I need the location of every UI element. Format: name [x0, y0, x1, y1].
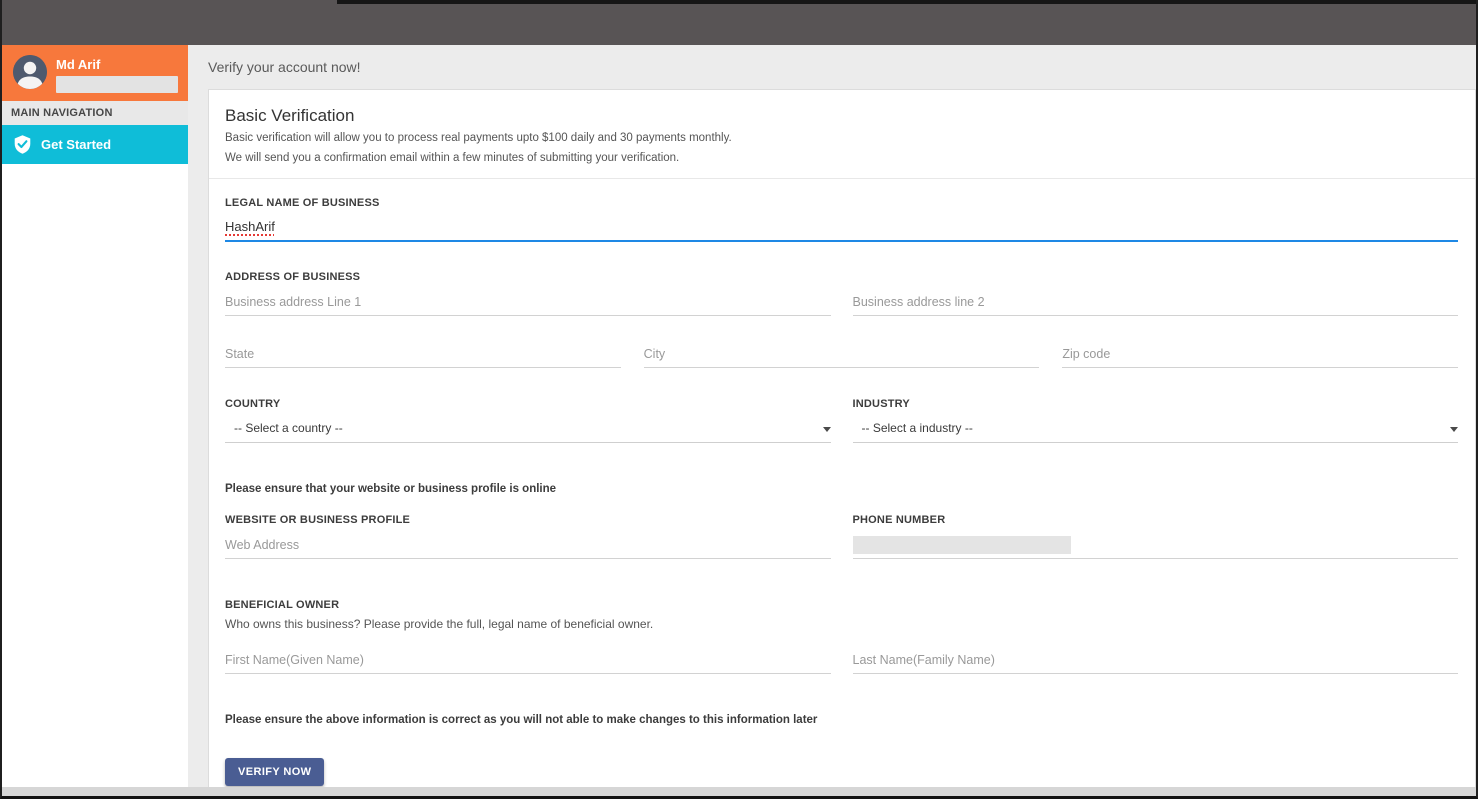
country-selected-value: -- Select a country --: [225, 421, 343, 435]
card-subtitle-1: Basic verification will allow you to pro…: [225, 131, 1459, 146]
verify-banner: Verify your account now!: [188, 45, 1476, 89]
legal-name-value: HashArif: [225, 219, 275, 234]
user-name: Md Arif: [56, 57, 178, 72]
address-line1-field: [225, 285, 831, 316]
chevron-down-icon: [823, 427, 831, 432]
window-titlebar: [2, 0, 1476, 45]
website-label: WEBSITE OR BUSINESS PROFILE: [225, 514, 831, 526]
sidebar-item-label: Get Started: [41, 137, 111, 152]
verification-form: LEGAL NAME OF BUSINESS HashArif ADDRESS …: [209, 197, 1475, 787]
zip-input[interactable]: [1062, 347, 1458, 361]
user-email-redacted: [56, 76, 178, 93]
website-input[interactable]: [225, 538, 831, 552]
content-region: Md Arif MAIN NAVIGATION Get Started Veri…: [2, 45, 1476, 792]
person-icon: [13, 55, 47, 89]
phone-field: [853, 528, 1459, 559]
city-field: [644, 337, 1040, 368]
zip-field: [1062, 337, 1458, 368]
owner-hint: Who owns this business? Please provide t…: [225, 617, 1458, 631]
industry-selected-value: -- Select a industry --: [853, 421, 973, 435]
country-label: COUNTRY: [225, 398, 831, 410]
phone-redacted-overlay: [853, 536, 1071, 554]
verify-now-button[interactable]: VERIFY NOW: [225, 758, 324, 786]
first-name-field: [225, 643, 831, 674]
chevron-down-icon: [1450, 427, 1458, 432]
card-title: Basic Verification: [225, 106, 1459, 126]
online-note: Please ensure that your website or busin…: [225, 483, 1458, 495]
state-field: [225, 337, 621, 368]
main-area: Verify your account now! Basic Verificat…: [188, 45, 1476, 787]
card-header: Basic Verification Basic verification wi…: [209, 90, 1475, 179]
first-name-input[interactable]: [225, 653, 831, 667]
legal-name-label: LEGAL NAME OF BUSINESS: [225, 197, 1458, 209]
shield-check-icon: [14, 135, 31, 154]
industry-label: INDUSTRY: [853, 398, 1459, 410]
user-panel: Md Arif: [2, 45, 188, 101]
owner-label: BENEFICIAL OWNER: [225, 599, 1458, 611]
address-label: ADDRESS OF BUSINESS: [225, 271, 1458, 283]
last-name-input[interactable]: [853, 653, 1459, 667]
verification-card: Basic Verification Basic verification wi…: [208, 89, 1476, 787]
industry-select[interactable]: -- Select a industry --: [853, 412, 1459, 443]
address-line2-input[interactable]: [853, 295, 1459, 309]
app-window: Md Arif MAIN NAVIGATION Get Started Veri…: [0, 0, 1478, 799]
sidebar: Md Arif MAIN NAVIGATION Get Started: [2, 45, 188, 787]
address-line2-field: [853, 285, 1459, 316]
city-input[interactable]: [644, 347, 1040, 361]
state-input[interactable]: [225, 347, 621, 361]
avatar[interactable]: [13, 55, 47, 89]
address-line1-input[interactable]: [225, 295, 831, 309]
final-note: Please ensure the above information is c…: [225, 714, 1458, 726]
website-field: [225, 528, 831, 559]
legal-name-input[interactable]: HashArif: [225, 211, 1458, 242]
sidebar-nav-header: MAIN NAVIGATION: [2, 101, 188, 125]
user-meta: Md Arif: [56, 55, 178, 101]
card-subtitle-2: We will send you a confirmation email wi…: [225, 151, 1459, 166]
sidebar-item-get-started[interactable]: Get Started: [2, 125, 188, 164]
titlebar-seam: [337, 0, 1476, 4]
last-name-field: [853, 643, 1459, 674]
phone-label: PHONE NUMBER: [853, 514, 1459, 526]
country-select[interactable]: -- Select a country --: [225, 412, 831, 443]
